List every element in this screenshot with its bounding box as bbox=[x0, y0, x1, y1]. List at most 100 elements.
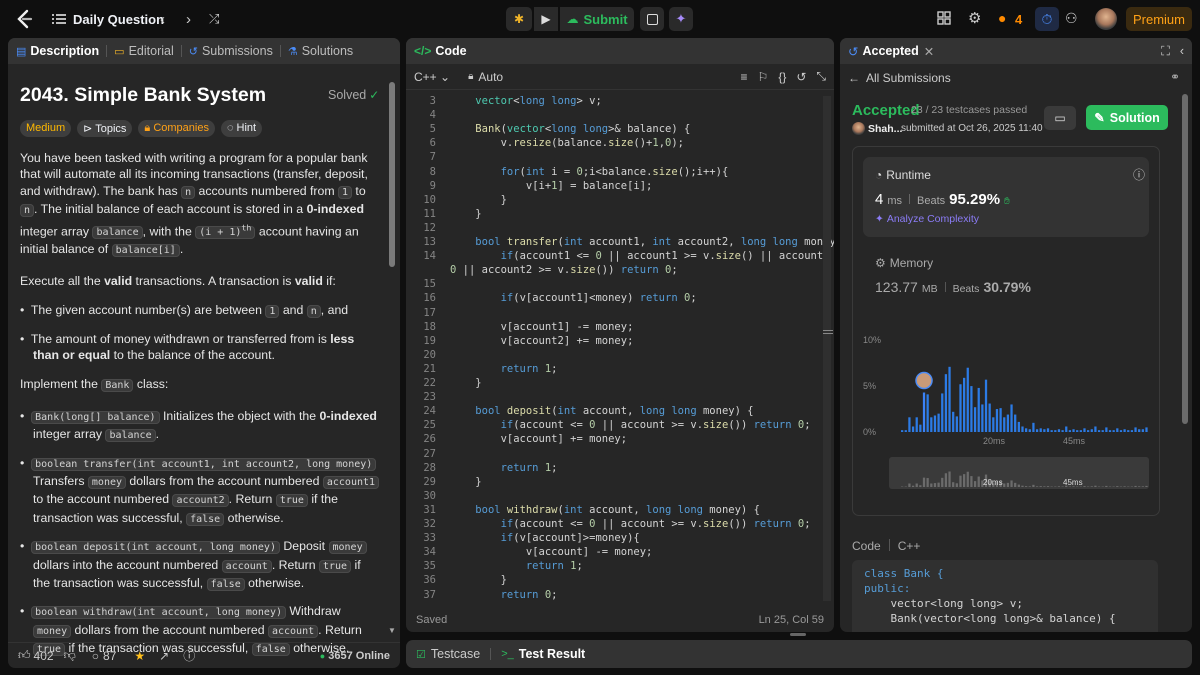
description-scrollbar[interactable] bbox=[389, 82, 395, 267]
layout-icon[interactable] bbox=[937, 11, 951, 28]
code-line[interactable]: } bbox=[450, 194, 507, 208]
code-line[interactable]: 0 || account2 >= v.size()) return 0; bbox=[450, 264, 678, 278]
link-icon[interactable]: ⚭ bbox=[1170, 70, 1180, 84]
code-line[interactable]: Bank(vector<long long>& balance) { bbox=[450, 123, 690, 137]
braces-icon[interactable]: {} bbox=[778, 70, 786, 84]
vertical-resize-handle[interactable] bbox=[790, 633, 806, 636]
reset-icon[interactable]: ↺ bbox=[796, 70, 806, 84]
daily-question-title[interactable]: Daily Question bbox=[73, 12, 164, 27]
code-line[interactable]: return 1; bbox=[450, 363, 558, 377]
premium-button[interactable]: Premium bbox=[1126, 7, 1192, 31]
runtime-distribution-chart[interactable]: 10% 5% 0% 20ms 45ms 20ms 45ms bbox=[853, 317, 1159, 567]
add-friend-icon[interactable]: ⚇ bbox=[1065, 10, 1078, 27]
editor-scrollbar[interactable] bbox=[823, 96, 831, 601]
help-icon[interactable]: ⓘ bbox=[183, 647, 195, 664]
collapse-icon[interactable]: ‹ bbox=[1180, 44, 1184, 58]
prev-problem-icon[interactable]: ‹ bbox=[160, 11, 165, 28]
hint-button[interactable]: ◌ Hint bbox=[220, 120, 263, 137]
solution-button[interactable]: ✎ Solution bbox=[1086, 105, 1168, 130]
maximize-icon[interactable]: ⛶ bbox=[1161, 44, 1170, 59]
code-line[interactable]: vector<long long> v; bbox=[450, 95, 602, 109]
thumbs-down-icon[interactable]: 👎︎ bbox=[64, 648, 76, 663]
tab-testcase[interactable]: Testcase bbox=[431, 647, 480, 661]
code-editor[interactable]: 3 vector<long long> v; 4 5 Bank(vector<lon… bbox=[406, 94, 834, 604]
code-line[interactable]: } bbox=[450, 377, 481, 391]
debug-button[interactable]: ✱ bbox=[506, 7, 532, 31]
code-line[interactable]: v[account] -= money; bbox=[450, 546, 653, 560]
thumbs-up-icon[interactable]: 👍︎ bbox=[18, 648, 31, 663]
format-icon[interactable]: ≡ bbox=[741, 70, 748, 84]
code-line[interactable]: return 0; bbox=[450, 589, 558, 603]
book-button[interactable]: ▭ bbox=[1044, 106, 1076, 130]
code-line[interactable]: if(account1 <= 0 || account1 >= v.size()… bbox=[450, 250, 834, 264]
overview-bar bbox=[977, 476, 980, 487]
code-line[interactable]: for(int i = 0;i<balance.size();i++){ bbox=[450, 166, 729, 180]
code-line[interactable]: if(v[account1]<money) return 0; bbox=[450, 292, 697, 306]
submitter-name[interactable]: Shah... bbox=[868, 123, 902, 135]
notes-button[interactable] bbox=[640, 7, 664, 31]
submit-button[interactable]: ☁ Submit bbox=[560, 7, 634, 31]
star-icon[interactable]: ★ bbox=[134, 649, 145, 663]
run-button[interactable]: ▶ bbox=[534, 7, 558, 31]
histogram-bar bbox=[1141, 429, 1144, 432]
tab-editorial[interactable]: ▭ Editorial bbox=[114, 44, 174, 58]
tab-description[interactable]: ▤ Description bbox=[16, 44, 99, 58]
code-line[interactable]: if(v[account]>=money){ bbox=[450, 532, 640, 546]
code-line[interactable]: bool transfer(int account1, int account2… bbox=[450, 236, 834, 250]
back-all-submissions[interactable]: ← All Submissions bbox=[848, 71, 951, 85]
code-line[interactable]: v[account1] -= money; bbox=[450, 321, 634, 335]
code-line[interactable]: v[account] += money; bbox=[450, 433, 628, 447]
histogram-bar bbox=[995, 409, 999, 432]
line-number: 17 bbox=[423, 306, 436, 319]
code-line[interactable]: } bbox=[450, 208, 481, 222]
problem-list-icon[interactable] bbox=[52, 12, 66, 26]
histogram-bar bbox=[1083, 428, 1086, 432]
tab-test-result[interactable]: Test Result bbox=[519, 647, 585, 661]
histogram-bar bbox=[959, 384, 962, 432]
next-problem-icon[interactable]: › bbox=[186, 11, 191, 28]
leetcode-logo-icon[interactable] bbox=[16, 9, 34, 29]
language-select[interactable]: C++ ⌄ bbox=[414, 70, 450, 84]
close-tab-icon[interactable]: ✕ bbox=[924, 44, 934, 59]
tab-submissions[interactable]: ↺ Submissions bbox=[189, 44, 273, 58]
shuffle-icon[interactable]: ⤮ bbox=[209, 11, 219, 27]
ai-assist-button[interactable]: ✦ bbox=[669, 7, 693, 31]
line-number: 4 bbox=[429, 109, 436, 122]
code-line[interactable]: bool deposit(int account, long long mone… bbox=[450, 405, 753, 419]
overview-bar bbox=[963, 474, 966, 487]
code-line[interactable]: } bbox=[450, 476, 481, 490]
topics-button[interactable]: ⊳ Topics bbox=[77, 120, 133, 137]
code-line[interactable]: v.resize(balance.size()+1,0); bbox=[450, 137, 684, 151]
scroll-down-icon[interactable]: ▼ bbox=[388, 626, 396, 635]
companies-button[interactable]: 🔒︎ Companies bbox=[138, 120, 215, 137]
line-number: 22 bbox=[423, 377, 436, 389]
code-line[interactable]: bool withdraw(int account, long long mon… bbox=[450, 504, 760, 518]
code-line[interactable]: if(account <= 0 || account >= v.size()) … bbox=[450, 419, 811, 433]
bookmark-icon[interactable]: ⚐ bbox=[758, 70, 769, 84]
analyze-complexity-link[interactable]: ✦ Analyze Complexity bbox=[875, 213, 979, 225]
info-icon[interactable]: ⓘ bbox=[1133, 166, 1145, 183]
line-number: 37 bbox=[423, 588, 436, 601]
avatar[interactable] bbox=[1095, 8, 1117, 30]
timer-button[interactable]: ⏱ bbox=[1035, 7, 1059, 31]
share-icon[interactable]: ↗ bbox=[159, 649, 169, 663]
right-scrollbar[interactable] bbox=[1182, 94, 1188, 424]
code-line[interactable]: if(account <= 0 || account >= v.size()) … bbox=[450, 518, 811, 532]
runtime-header: ◔ Runtime bbox=[875, 168, 931, 182]
tab-accepted[interactable]: Accepted bbox=[862, 44, 918, 58]
settings-gear-icon[interactable]: ⚙ bbox=[968, 9, 981, 27]
code-line[interactable]: return 1; bbox=[450, 560, 583, 574]
code-line[interactable]: } bbox=[450, 574, 507, 588]
streak-fire-icon[interactable]: ● bbox=[998, 10, 1006, 26]
panel-resize-handle[interactable] bbox=[823, 330, 833, 334]
problem-title[interactable]: 2043. Simple Bank System bbox=[20, 84, 266, 107]
comment-icon[interactable]: ○ bbox=[92, 649, 99, 663]
histogram-bar bbox=[1072, 429, 1075, 432]
memory-header[interactable]: ⚙ Memory bbox=[875, 256, 933, 270]
code-line[interactable]: return 1; bbox=[450, 462, 558, 476]
auto-mode[interactable]: Auto bbox=[478, 70, 503, 84]
expand-icon[interactable]: ⤡ bbox=[816, 69, 826, 84]
tab-solutions[interactable]: ⚗ Solutions bbox=[288, 44, 353, 58]
code-line[interactable]: v[i+1] = balance[i]; bbox=[450, 180, 653, 194]
code-line[interactable]: v[account2] += money; bbox=[450, 335, 634, 349]
